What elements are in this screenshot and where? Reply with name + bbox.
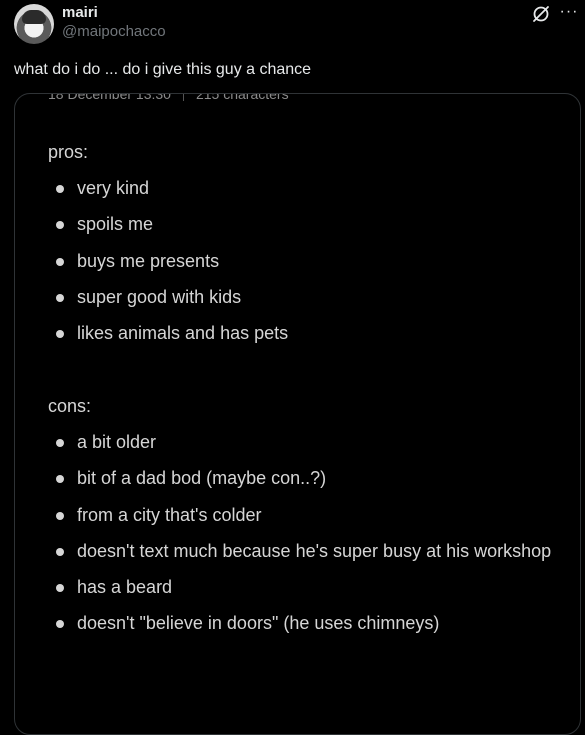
bullet-icon: [56, 293, 64, 302]
list-item-text: super good with kids: [77, 286, 242, 307]
bullet-icon: [56, 330, 64, 339]
note-character-count: 215 characters: [195, 93, 289, 102]
user-handle[interactable]: @maipochacco: [62, 22, 166, 42]
list-item: bit of a dad bod (maybe con..?): [55, 460, 555, 496]
cons-heading: cons:: [48, 396, 92, 416]
bullet-icon: [56, 221, 64, 230]
list-item: buys me presents: [55, 243, 555, 279]
note-date: 18 December 13:30: [48, 93, 171, 102]
list-item: very kind: [55, 170, 555, 206]
bullet-icon: [56, 620, 64, 629]
note-meta: 18 December 13:30 215 characters: [48, 93, 289, 102]
display-name[interactable]: mairi: [62, 4, 166, 22]
list-item-text: likes animals and has pets: [77, 323, 289, 344]
bullet-icon: [56, 475, 64, 484]
list-item-text: very kind: [77, 178, 150, 198]
more-options-label: ···: [559, 3, 579, 20]
bullet-icon: [56, 185, 64, 193]
meta-divider: [182, 94, 184, 102]
list-item-text: spoils me: [77, 214, 154, 235]
list-item-text: doesn't "believe in doors" (he uses chim…: [77, 613, 440, 634]
avatar[interactable]: [14, 4, 54, 44]
cons-list: a bit older bit of a dad bod (maybe con..…: [55, 424, 555, 642]
note-screenshot[interactable]: 18 December 13:30 215 characters pros: ve…: [14, 93, 581, 735]
bullet-icon: [56, 257, 64, 266]
pros-heading: pros:: [48, 142, 89, 162]
post-text: what do i do ... do i give this guy a ch…: [14, 61, 312, 78]
list-item: doesn't text much because he's super bus…: [55, 533, 555, 569]
list-item: a bit older: [55, 424, 555, 460]
post-header: mairi @maipochacco ···: [14, 4, 579, 46]
list-item-text: a bit older: [77, 432, 157, 452]
pros-list: very kind spoils me buys me presents super …: [55, 170, 555, 351]
author-block[interactable]: mairi @maipochacco: [62, 4, 166, 42]
list-item-text: bit of a dad bod (maybe con..?): [77, 468, 327, 489]
list-item-text: buys me presents: [77, 250, 220, 271]
list-item-text: from a city that's colder: [77, 504, 262, 525]
more-options-icon[interactable]: ···: [559, 3, 579, 22]
list-item: doesn't "believe in doors" (he uses chim…: [55, 605, 555, 641]
list-item: has a beard: [55, 569, 555, 605]
list-item: likes animals and has pets: [55, 315, 555, 351]
bullet-icon: [56, 547, 64, 556]
list-item: spoils me: [55, 206, 555, 242]
list-item: from a city that's colder: [55, 497, 555, 533]
grok-icon[interactable]: [531, 4, 551, 24]
bullet-icon: [56, 511, 64, 520]
bullet-icon: [56, 439, 64, 447]
list-item: super good with kids: [55, 279, 555, 315]
list-item-text: has a beard: [77, 577, 173, 598]
list-item-text: doesn't text much because he's super bus…: [77, 540, 552, 561]
bullet-icon: [56, 584, 64, 593]
